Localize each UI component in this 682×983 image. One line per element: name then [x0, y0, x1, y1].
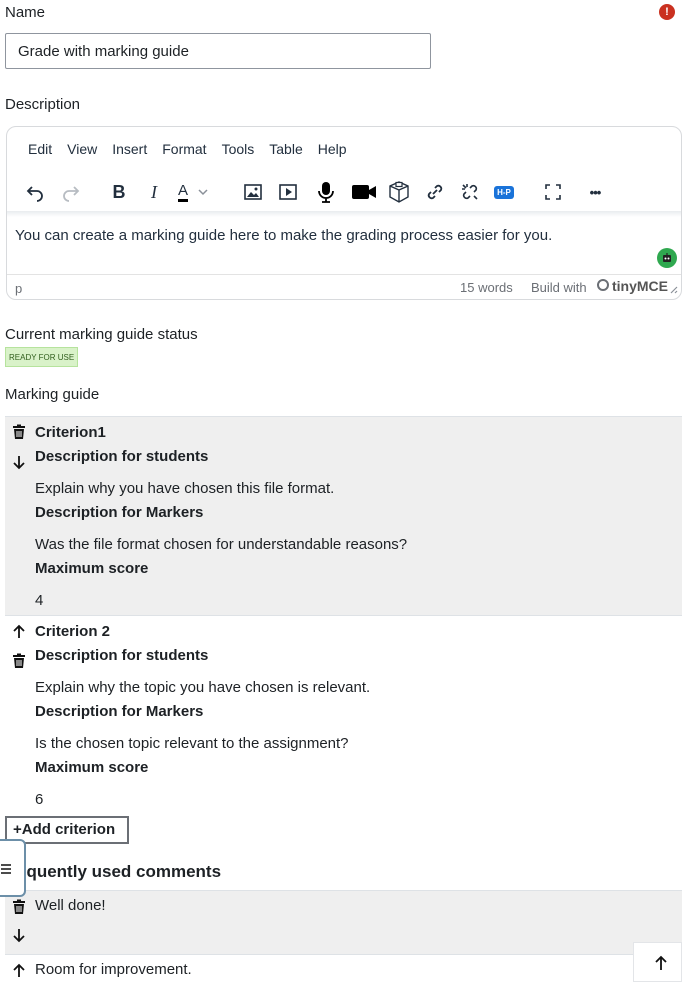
markers-description-label: Description for Markers [35, 703, 204, 720]
unlink-icon[interactable] [456, 177, 484, 207]
arrow-up-icon[interactable] [11, 624, 27, 640]
tinymce-brand[interactable]: tinyMCE [612, 278, 668, 294]
criterion-row: Criterion 2 Description for students Exp… [5, 615, 682, 815]
resize-handle-icon[interactable] [668, 284, 678, 294]
media-icon[interactable] [274, 177, 302, 207]
menu-insert[interactable]: Insert [112, 141, 147, 163]
redo-icon[interactable] [57, 177, 85, 207]
arrow-down-icon[interactable] [11, 927, 27, 943]
h5p-content-icon[interactable] [385, 177, 413, 207]
editor-menubar: Edit View Insert Format Tools Table Help [7, 141, 347, 163]
h5p-label: H-P [494, 185, 514, 199]
add-criterion-label: Add criterion [21, 821, 116, 838]
menu-edit[interactable]: Edit [28, 141, 52, 163]
students-description-text[interactable]: Explain why the topic you have chosen is… [35, 679, 370, 696]
menu-icon [1, 864, 11, 874]
menu-tools[interactable]: Tools [222, 141, 255, 163]
criterion-title[interactable]: Criterion 2 [35, 623, 110, 640]
trash-icon[interactable] [11, 424, 27, 440]
plus-icon: + [13, 821, 22, 838]
bold-icon[interactable]: B [105, 177, 133, 207]
trash-icon[interactable] [11, 653, 27, 669]
menu-table[interactable]: Table [269, 141, 302, 163]
criterion-row: Criterion1 Description for students Expl… [5, 416, 682, 615]
undo-icon[interactable] [21, 177, 49, 207]
comment-row: Room for improvement. [5, 954, 682, 982]
exclamation-icon: ! [659, 4, 675, 20]
markers-description-text[interactable]: Is the chosen topic relevant to the assi… [35, 735, 349, 752]
max-score-value[interactable]: 6 [35, 791, 43, 808]
marking-guide-label: Marking guide [5, 386, 100, 403]
image-icon[interactable] [239, 177, 267, 207]
students-description-text[interactable]: Explain why you have chosen this file fo… [35, 480, 334, 497]
criterion-title[interactable]: Criterion1 [35, 424, 106, 441]
ai-assistant-icon[interactable] [657, 248, 677, 268]
more-icon[interactable]: ••• [581, 177, 609, 207]
rich-text-editor: Edit View Insert Format Tools Table Help… [6, 126, 682, 300]
text-color-icon[interactable]: A [175, 177, 219, 207]
arrow-down-icon[interactable] [11, 454, 27, 470]
description-label: Description [5, 96, 81, 113]
menu-format[interactable]: Format [162, 141, 206, 163]
students-description-label: Description for students [35, 448, 209, 465]
name-input[interactable] [5, 33, 431, 69]
editor-toolbar: B I A H-P ••• [7, 177, 681, 215]
max-score-value[interactable]: 4 [35, 592, 43, 609]
editor-statusbar: p 15 words Build with tinyMCE [7, 274, 681, 299]
link-icon[interactable] [421, 177, 449, 207]
record-video-icon[interactable] [350, 177, 378, 207]
word-count[interactable]: 15 words [460, 280, 513, 295]
build-with-label: Build with [531, 280, 587, 295]
h5p-icon[interactable]: H-P [489, 177, 519, 207]
comment-row: Well done! [5, 890, 682, 954]
tinymce-logo-icon [597, 279, 609, 291]
toolbar-divider [7, 211, 681, 217]
menu-help[interactable]: Help [318, 141, 347, 163]
max-score-label: Maximum score [35, 560, 149, 577]
arrow-up-icon[interactable] [11, 963, 27, 979]
menu-view[interactable]: View [67, 141, 97, 163]
fullscreen-icon[interactable] [539, 177, 567, 207]
editor-content[interactable]: You can create a marking guide here to m… [15, 227, 552, 244]
trash-icon[interactable] [11, 899, 27, 915]
name-label: Name [5, 4, 46, 21]
drawer-toggle-button[interactable] [0, 839, 26, 897]
max-score-label: Maximum score [35, 759, 149, 776]
students-description-label: Description for students [35, 647, 209, 664]
text-color-label: A [178, 182, 189, 202]
italic-icon[interactable]: I [140, 177, 168, 207]
record-audio-icon[interactable] [312, 177, 340, 207]
comment-text[interactable]: Room for improvement. [35, 961, 192, 978]
markers-description-text[interactable]: Was the file format chosen for understan… [35, 536, 407, 553]
comment-text[interactable]: Well done! [35, 897, 106, 914]
markers-description-label: Description for Markers [35, 504, 204, 521]
comments-heading: equently used comments [17, 862, 222, 881]
element-path[interactable]: p [15, 281, 22, 296]
arrow-up-icon [655, 955, 667, 970]
scroll-to-top-button[interactable] [633, 942, 682, 982]
status-badge: READY FOR USE [5, 347, 79, 367]
status-label: Current marking guide status [5, 326, 198, 343]
